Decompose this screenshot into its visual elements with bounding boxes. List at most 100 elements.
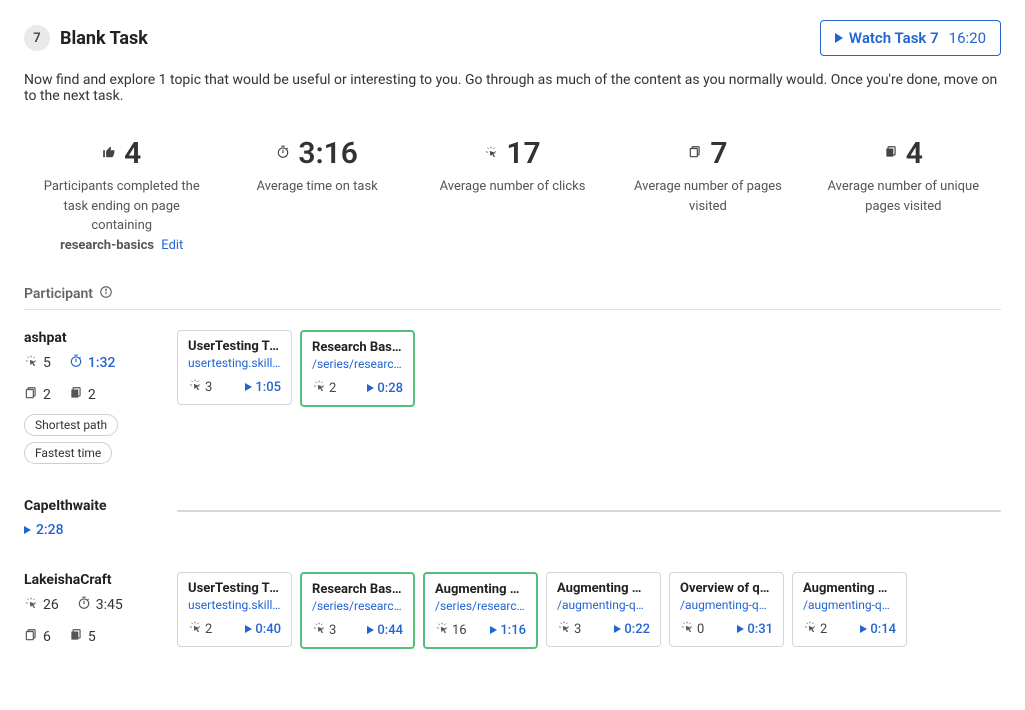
play-icon xyxy=(835,33,843,43)
page-card[interactable]: Research Basics /series/research-b… 2 0:… xyxy=(300,330,415,407)
card-url: /series/research-b… xyxy=(312,357,403,371)
card-title: Overview of qu… xyxy=(680,581,773,596)
card-url: usertesting.skilljar… xyxy=(188,598,281,612)
metric-pages-value: 7 xyxy=(710,136,727,171)
play-icon xyxy=(860,625,867,633)
unique-pages-icon xyxy=(69,628,83,646)
participant-unique-pages: 5 xyxy=(69,628,96,646)
play-icon xyxy=(24,526,31,534)
cards-row: UserTesting Tra… usertesting.skilljar… 3… xyxy=(177,330,1001,407)
card-clicks: 2 xyxy=(803,620,827,638)
metric-completed-page: research-basics xyxy=(60,238,154,253)
card-title: UserTesting Tra… xyxy=(188,339,281,354)
metric-unique-value: 4 xyxy=(906,136,923,171)
participant-unique-pages: 2 xyxy=(69,386,96,404)
card-play-button[interactable]: 1:05 xyxy=(245,380,281,395)
task-number-badge: 7 xyxy=(24,25,50,51)
card-clicks: 3 xyxy=(312,621,336,639)
page-card[interactable]: Research Basics /series/research-b… 3 0:… xyxy=(300,572,415,649)
card-play-button[interactable]: 0:14 xyxy=(860,622,896,637)
card-play-button[interactable]: 0:31 xyxy=(737,622,773,637)
card-clicks: 2 xyxy=(188,620,212,638)
cursor-click-icon xyxy=(312,379,326,397)
participant-name[interactable]: ashpat xyxy=(24,330,159,346)
card-title: UserTesting Tra… xyxy=(188,581,281,596)
play-icon xyxy=(245,625,252,633)
play-icon xyxy=(367,626,374,634)
card-url: /augmenting-qua… xyxy=(803,598,896,612)
page-card[interactable]: Augmenting Q… /augmenting-qua… 3 0:22 xyxy=(546,572,661,647)
participant-section-label: Participant xyxy=(24,286,93,302)
participant-row: ashpat 5 1:32 2 2 Shortest pathFastest t… xyxy=(24,330,1001,464)
card-clicks: 3 xyxy=(188,378,212,396)
card-url: /augmenting-qua… xyxy=(680,598,773,612)
page-card[interactable]: Augmenting Qu… /series/research-b… 16 1:… xyxy=(423,572,538,649)
task-title: Blank Task xyxy=(60,28,148,49)
card-play-button[interactable]: 0:22 xyxy=(614,622,650,637)
cursor-click-icon xyxy=(312,621,326,639)
pages-icon xyxy=(688,143,702,164)
participant-name[interactable]: CapeIthwaite xyxy=(24,498,159,514)
page-card[interactable]: Augmenting Q… /augmenting-qua… 2 0:14 xyxy=(792,572,907,647)
page-card[interactable]: UserTesting Tra… usertesting.skilljar… 3… xyxy=(177,330,292,405)
participant-time: 3:45 xyxy=(77,596,123,614)
cursor-click-icon xyxy=(435,621,449,639)
stopwatch-icon xyxy=(276,143,290,164)
cursor-click-icon xyxy=(557,620,571,638)
participant-pages: 6 xyxy=(24,628,51,646)
cursor-click-icon xyxy=(484,143,498,164)
card-clicks: 16 xyxy=(435,621,467,639)
thumbs-up-icon xyxy=(102,143,116,164)
play-icon xyxy=(367,384,374,392)
unique-pages-icon xyxy=(884,143,898,164)
participant-row: LakeishaCraft 26 3:45 6 5 UserTesting Tr… xyxy=(24,572,1001,656)
stopwatch-icon xyxy=(69,354,83,372)
card-title: Research Basics xyxy=(312,582,403,597)
card-url: /series/research-b… xyxy=(312,599,403,613)
metric-clicks-value: 17 xyxy=(506,136,540,171)
play-icon xyxy=(490,626,497,634)
card-clicks: 3 xyxy=(557,620,581,638)
cursor-click-icon xyxy=(24,354,38,372)
metric-completed-value: 4 xyxy=(124,136,141,171)
card-clicks: 2 xyxy=(312,379,336,397)
cursor-click-icon xyxy=(803,620,817,638)
participant-pages: 2 xyxy=(24,386,51,404)
watch-task-label: Watch Task 7 xyxy=(849,29,939,47)
card-title: Augmenting Qu… xyxy=(435,582,526,597)
participant-badge: Fastest time xyxy=(24,442,112,464)
card-play-button[interactable]: 1:16 xyxy=(490,623,526,638)
cursor-click-icon xyxy=(188,378,202,396)
card-play-button[interactable]: 0:40 xyxy=(245,622,281,637)
page-card[interactable]: UserTesting Tra… usertesting.skilljar… 2… xyxy=(177,572,292,647)
card-play-button[interactable]: 0:28 xyxy=(367,381,403,396)
card-play-button[interactable]: 0:44 xyxy=(367,623,403,638)
metric-time-label: Average time on task xyxy=(227,177,406,197)
metric-unique-label: Average number of unique pages visited xyxy=(814,177,993,216)
timeline-bar xyxy=(177,510,1001,512)
watch-task-button[interactable]: Watch Task 7 16:20 xyxy=(820,20,1001,56)
play-icon xyxy=(245,383,252,391)
metric-clicks-label: Average number of clicks xyxy=(423,177,602,197)
play-icon xyxy=(737,625,744,633)
card-url: /series/research-b… xyxy=(435,599,526,613)
metric-time-value: 3:16 xyxy=(298,136,358,171)
card-url: /augmenting-qua… xyxy=(557,598,650,612)
edit-link[interactable]: Edit xyxy=(161,238,183,253)
cursor-click-icon xyxy=(680,620,694,638)
participant-badge: Shortest path xyxy=(24,414,118,436)
page-card[interactable]: Overview of qu… /augmenting-qua… 0 0:31 xyxy=(669,572,784,647)
participant-name[interactable]: LakeishaCraft xyxy=(24,572,159,588)
card-title: Augmenting Q… xyxy=(803,581,896,596)
cursor-click-icon xyxy=(188,620,202,638)
metric-completed-label: Participants completed the task ending o… xyxy=(44,179,200,233)
task-description: Now find and explore 1 topic that would … xyxy=(24,72,1001,104)
pages-icon xyxy=(24,628,38,646)
card-clicks: 0 xyxy=(680,620,704,638)
participant-clicks: 5 xyxy=(24,354,51,372)
metric-pages-label: Average number of pages visited xyxy=(618,177,797,216)
cursor-click-icon xyxy=(24,596,38,614)
card-title: Augmenting Q… xyxy=(557,581,650,596)
info-icon[interactable] xyxy=(99,285,113,303)
participant-play[interactable]: 2:28 xyxy=(24,522,159,538)
